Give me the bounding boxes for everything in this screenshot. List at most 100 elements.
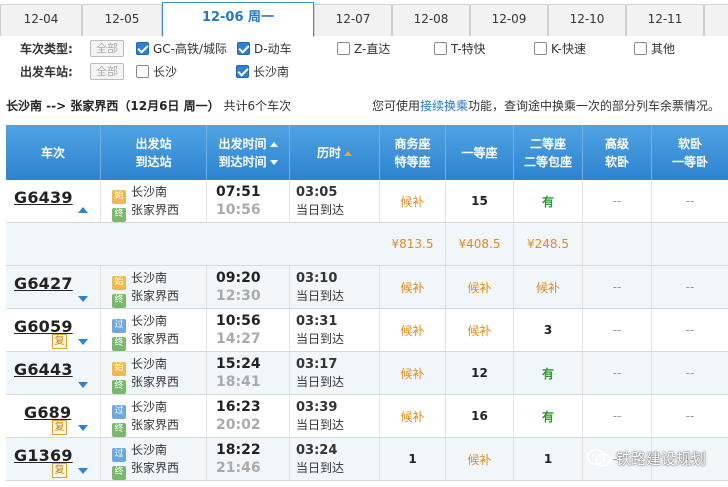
date-tab-12-07[interactable]: 12-07: [314, 4, 392, 36]
type-checkbox-2[interactable]: [337, 42, 350, 55]
expand-icon[interactable]: [78, 339, 88, 345]
station-checkbox-1[interactable]: [236, 65, 249, 78]
type-label-4: K-快速: [551, 42, 586, 56]
seat-value: 16: [471, 409, 488, 423]
arrive-day: 当日到达: [296, 332, 345, 346]
arrive-time: 12:30: [216, 288, 261, 304]
from-station-name: 长沙南: [131, 357, 168, 371]
type-label-0: GC-高铁/城际: [153, 42, 228, 56]
expand-icon[interactable]: [78, 382, 88, 388]
wechat-icon: [586, 449, 611, 467]
sort-asc-icon[interactable]: [269, 141, 278, 147]
type-checkbox-0[interactable]: [136, 42, 149, 55]
seat-value[interactable]: 候补: [467, 451, 491, 468]
cell-6: 3: [514, 309, 583, 351]
sort-desc-icon[interactable]: [269, 159, 278, 165]
date-tab-12-04[interactable]: 12-04: [0, 4, 82, 36]
depart-time: 09:20: [216, 270, 261, 286]
seat-value[interactable]: 候补: [400, 279, 424, 296]
station-checkbox-0[interactable]: [136, 65, 149, 78]
cell-6: 1: [514, 438, 583, 480]
to-station-name: 张家界西: [131, 289, 180, 303]
header-col-0-line1: 车次: [6, 144, 100, 162]
depart-time: 18:22: [216, 442, 261, 458]
date-tab-12-09[interactable]: 12-09: [470, 4, 548, 36]
station-filter: 出发车站: 全部 长沙 长沙南: [0, 62, 728, 82]
train-type-label: 车次类型:: [20, 42, 73, 56]
seat-value[interactable]: 候补: [400, 193, 424, 210]
end-badge: 终: [112, 208, 126, 222]
seat-value: --: [612, 323, 622, 337]
cell-4: 1: [380, 438, 446, 480]
header-col-8-text1: 软卧: [677, 136, 702, 151]
cell-6: 有: [514, 180, 583, 222]
cell-8: --: [652, 180, 728, 222]
sort-asc-icon[interactable]: [344, 150, 352, 156]
station-label-0: 长沙: [153, 65, 178, 79]
header-col-2[interactable]: 出发时间 到达时间: [207, 125, 290, 180]
date-tab-bar: 12-04 12-05 12-06 周一 12-07 12-08 12-09 12-10 12…: [0, 0, 728, 37]
seat-value: --: [612, 194, 622, 208]
expand-icon[interactable]: [78, 425, 88, 431]
duration-value: 03:39: [296, 400, 338, 415]
date-tab-12-05[interactable]: 12-05: [82, 4, 162, 36]
seat-value[interactable]: 候补: [400, 322, 424, 339]
collapse-icon[interactable]: [78, 207, 88, 213]
seat-value: 12: [471, 366, 488, 380]
train-number-link[interactable]: G6439: [14, 188, 73, 207]
header-col-2-text1: 出发时间: [218, 136, 267, 151]
header-col-8: 软卧 一等卧: [652, 125, 728, 180]
seat-value[interactable]: 候补: [467, 279, 491, 296]
cell-4: 候补: [380, 395, 446, 437]
cell-6: 有: [514, 352, 583, 394]
price-cell-0: [6, 223, 380, 265]
seat-value[interactable]: 候补: [400, 408, 424, 425]
price-cell-6: ¥248.5: [514, 223, 583, 265]
from-station: 始长沙南: [112, 270, 167, 290]
seat-value[interactable]: 候补: [400, 365, 424, 382]
type-checkbox-1[interactable]: [237, 42, 250, 55]
arrive-time: 14:27: [216, 331, 261, 347]
train-number-link[interactable]: G6427: [14, 274, 73, 293]
cell-7: --: [583, 352, 652, 394]
header-col-3[interactable]: 历时: [290, 125, 380, 180]
train-type-filter: 车次类型: 全部 GC-高铁/城际 D-动车 Z-直达 T-特快 K-快速 其他: [0, 39, 728, 59]
depart-time: 15:24: [216, 356, 261, 372]
route-text: 长沙南 --> 张家界西（12月6日 周一）: [6, 99, 220, 113]
price-row: ¥813.5 ¥408.5 ¥248.5: [6, 223, 728, 266]
date-tab-12-06[interactable]: 12-06 周一: [162, 2, 314, 37]
type-checkbox-5[interactable]: [634, 42, 647, 55]
to-station-name: 张家界西: [131, 332, 180, 346]
fu-badge: 复: [52, 463, 67, 478]
fu-badge: 复: [52, 420, 67, 435]
seat-value: --: [685, 323, 695, 337]
seat-value[interactable]: 候补: [536, 279, 560, 296]
date-tab-more[interactable]: [704, 4, 728, 36]
train-type-all-button[interactable]: 全部: [90, 40, 124, 57]
end-badge: 终: [112, 423, 126, 437]
date-tab-12-11[interactable]: 12-11: [626, 4, 704, 36]
from-station: 过长沙南: [112, 442, 167, 462]
type-checkbox-3[interactable]: [434, 42, 447, 55]
table-row: 候补 12 有 -- -- G6443 始长沙南终张家界西 15:24 18:41 03:17 当日…: [6, 352, 728, 395]
date-tab-12-10[interactable]: 12-10: [548, 4, 626, 36]
transfer-link[interactable]: 接续换乘: [420, 99, 468, 113]
arrive-time: 20:02: [216, 417, 261, 433]
date-tab-12-08[interactable]: 12-08: [392, 4, 470, 36]
cell-7: --: [583, 395, 652, 437]
type-checkbox-4[interactable]: [534, 42, 547, 55]
seat-value[interactable]: 候补: [467, 322, 491, 339]
price-cell-5: ¥408.5: [446, 223, 514, 265]
duration: 03:24: [296, 442, 337, 459]
from-station-name: 长沙南: [131, 271, 168, 285]
cell-8: --: [652, 309, 728, 351]
expand-icon[interactable]: [78, 468, 88, 474]
header-col-1: 出发站 到达站: [101, 125, 207, 180]
station-all-button[interactable]: 全部: [90, 63, 124, 80]
cell-5: 候补: [446, 309, 514, 351]
from-station: 过长沙南: [112, 399, 167, 419]
expand-icon[interactable]: [78, 296, 88, 302]
from-station-name: 长沙南: [131, 314, 168, 328]
train-number-link[interactable]: G6443: [14, 360, 73, 379]
header-col-6-text1: 二等座: [529, 136, 566, 151]
